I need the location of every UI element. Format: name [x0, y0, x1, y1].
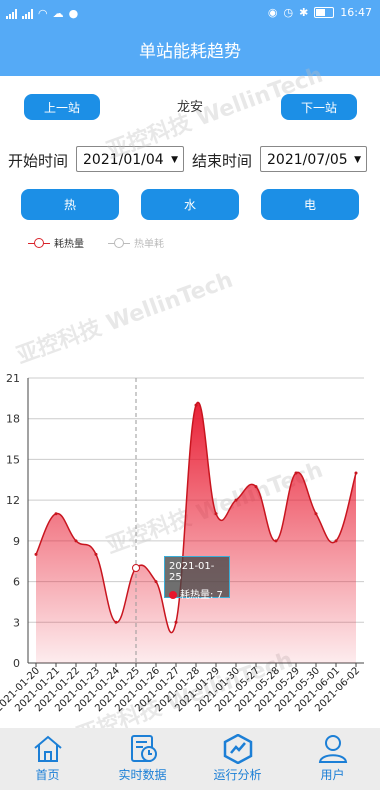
eye-icon: ◉ — [267, 6, 278, 19]
tab-realtime-label: 实时数据 — [118, 768, 167, 782]
start-date-value: 2021/01/04 — [83, 152, 164, 168]
legend-label: 耗热量 — [54, 239, 84, 250]
tooltip-date: 2021-01-25 — [169, 561, 215, 583]
legend-item-heat-consumption[interactable]: 耗热量 — [28, 235, 84, 250]
y-tick-label: 0 — [13, 657, 20, 670]
wifi-icon: ◠ — [38, 7, 48, 20]
home-icon — [33, 735, 62, 762]
tab-home-label: 首页 — [35, 768, 60, 782]
legend-marker-icon — [108, 237, 130, 248]
data-point[interactable] — [274, 539, 278, 543]
start-date-select[interactable]: 2021/01/04 ▼ — [76, 146, 184, 172]
data-point[interactable] — [314, 512, 318, 516]
data-point[interactable] — [154, 580, 158, 584]
y-tick-label: 18 — [6, 413, 20, 426]
legend-label: 热单耗 — [134, 239, 164, 250]
y-tick-label: 21 — [6, 372, 20, 385]
data-point[interactable] — [74, 539, 78, 543]
end-date-value: 2021/07/05 — [267, 152, 348, 168]
y-tick-label: 3 — [13, 616, 20, 629]
status-left-icons: ◠ ☁ ● — [6, 7, 78, 20]
data-point[interactable] — [254, 485, 258, 489]
tooltip-value: 耗热量: 7 — [180, 590, 223, 601]
y-tick-label: 6 — [13, 576, 20, 589]
chart-tooltip: 2021-01-25 耗热量: 7 — [164, 556, 230, 601]
legend-item-heat-unit[interactable]: 热单耗 — [108, 235, 164, 250]
data-point[interactable] — [234, 498, 238, 502]
end-time-label: 结束时间 — [192, 152, 253, 170]
data-point[interactable] — [34, 552, 38, 556]
y-tick-label: 12 — [6, 494, 20, 507]
data-point[interactable] — [194, 403, 198, 407]
alarm-icon: ◷ — [283, 6, 294, 19]
data-point[interactable] — [54, 512, 58, 516]
battery-icon — [314, 7, 335, 18]
start-time-label: 开始时间 — [8, 152, 69, 170]
prev-station-button[interactable]: 上一站 — [24, 94, 100, 120]
data-point[interactable] — [114, 620, 118, 624]
tab-user[interactable]: 用户 — [285, 728, 380, 790]
series-dot-icon — [169, 591, 177, 599]
user-icon — [318, 735, 347, 763]
electric-button[interactable]: 电 — [261, 189, 359, 220]
heat-button[interactable]: 热 — [21, 189, 119, 220]
bottom-tab-bar: 首页 实时数据 运行分析 用户 — [0, 728, 380, 790]
data-point[interactable] — [214, 512, 218, 516]
data-point[interactable] — [132, 564, 140, 572]
energy-trend-chart[interactable]: 036912151821 2021-01-202021-01-212021-01… — [0, 360, 380, 725]
realtime-data-icon — [130, 735, 157, 762]
status-bar: ◠ ☁ ● ◉ ◷ ✱ 16:47 — [0, 0, 380, 28]
page-title: 单站能耗趋势 — [0, 28, 380, 76]
signal-icon-2 — [22, 8, 33, 19]
data-point[interactable] — [354, 471, 358, 475]
data-point[interactable] — [94, 552, 98, 556]
y-tick-label: 15 — [6, 453, 20, 466]
tab-user-label: 用户 — [320, 768, 345, 782]
tab-operation-analysis[interactable]: 运行分析 — [190, 728, 285, 790]
dropdown-arrow-icon: ▼ — [354, 155, 361, 165]
dropdown-arrow-icon: ▼ — [171, 155, 178, 165]
clock-time: 16:47 — [340, 6, 372, 19]
signal-icon — [6, 8, 17, 19]
next-station-button[interactable]: 下一站 — [281, 94, 357, 120]
data-point[interactable] — [334, 539, 338, 543]
series-area — [36, 402, 356, 663]
tab-realtime-data[interactable]: 实时数据 — [95, 728, 190, 790]
end-date-select[interactable]: 2021/07/05 ▼ — [260, 146, 367, 172]
notification-icon: ● — [68, 7, 79, 20]
y-tick-label: 9 — [13, 535, 20, 548]
analysis-icon — [223, 734, 252, 764]
cloud-icon: ☁ — [52, 7, 64, 20]
watermark: 亚控科技 WellinTech — [13, 267, 237, 370]
data-point[interactable] — [294, 471, 298, 475]
station-name: 龙安 — [176, 100, 203, 115]
bluetooth-icon: ✱ — [299, 6, 309, 19]
status-right-icons: ◉ ◷ ✱ 16:47 — [268, 6, 372, 19]
tab-analysis-label: 运行分析 — [213, 768, 262, 782]
data-point[interactable] — [174, 620, 178, 624]
tab-home[interactable]: 首页 — [0, 728, 95, 790]
legend-marker-icon — [28, 237, 50, 248]
water-button[interactable]: 水 — [141, 189, 239, 220]
